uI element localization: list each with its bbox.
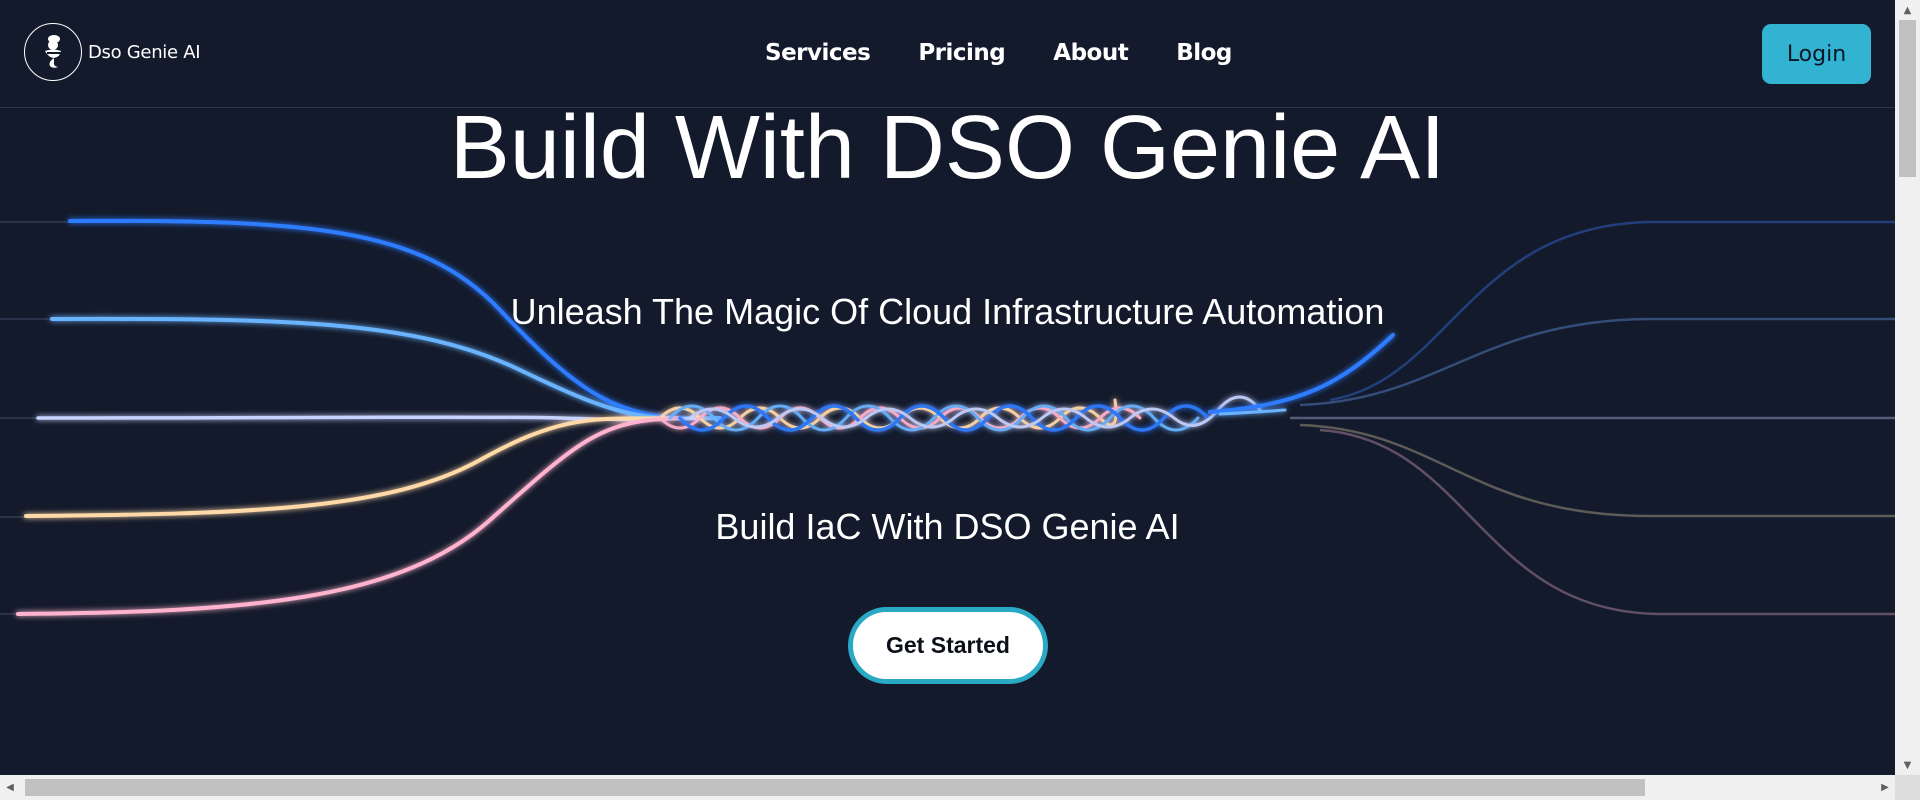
page-viewport: Dso Genie AI Services Pricing About Blog… <box>0 0 1895 775</box>
scroll-down-arrow-icon[interactable]: ▼ <box>1895 755 1920 775</box>
nav-link-services[interactable]: Services <box>765 40 871 66</box>
nav-link-pricing[interactable]: Pricing <box>918 40 1005 66</box>
wave-line-peach <box>24 416 682 518</box>
hero-subtitle: Unleash The Magic Of Cloud Infrastructur… <box>510 291 1385 332</box>
nav-link-blog[interactable]: Blog <box>1176 40 1232 66</box>
brand-name: Dso Genie AI <box>88 41 201 63</box>
scroll-right-arrow-icon[interactable]: ▶ <box>1875 775 1895 800</box>
get-started-button[interactable]: Get Started <box>848 607 1048 684</box>
scroll-up-arrow-icon[interactable]: ▲ <box>1895 0 1920 20</box>
hero-tagline: Build IaC With DSO Genie AI <box>715 506 1180 547</box>
vertical-scrollbar[interactable]: ▲ ▼ <box>1895 0 1920 775</box>
scroll-left-arrow-icon[interactable]: ◀ <box>0 775 20 800</box>
scrollbar-corner <box>1895 775 1920 800</box>
main-nav: Services Pricing About Blog <box>765 40 1232 66</box>
hero-title: Build With DSO Genie AI <box>449 98 1446 198</box>
genie-icon <box>24 23 82 81</box>
nav-link-about[interactable]: About <box>1053 40 1128 66</box>
login-button[interactable]: Login <box>1762 24 1871 84</box>
vertical-scroll-thumb[interactable] <box>1899 20 1916 177</box>
horizontal-scroll-thumb[interactable] <box>25 779 1645 796</box>
top-navbar: Dso Genie AI Services Pricing About Blog… <box>0 0 1895 108</box>
brand-logo-link[interactable]: Dso Genie AI <box>24 23 201 81</box>
horizontal-scrollbar[interactable]: ◀ ▶ <box>0 775 1895 800</box>
